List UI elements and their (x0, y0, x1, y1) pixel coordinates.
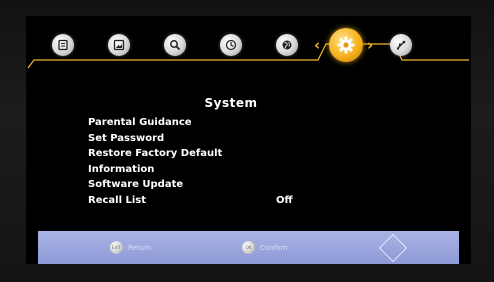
system-menu-list: Parental Guidance Set Password Restore F… (88, 115, 418, 208)
confirm-label: Confirm (260, 243, 288, 252)
menu-item-recall-list[interactable]: Recall List Off (88, 193, 418, 209)
chevron-right-icon[interactable]: › (367, 34, 373, 56)
clock-icon[interactable] (220, 34, 242, 56)
confirm-hint[interactable]: OK Confirm (242, 241, 288, 254)
page-title: System (204, 96, 258, 110)
menu-item-label: Software Update (88, 179, 184, 190)
recall-list-value[interactable]: Off (276, 193, 293, 209)
ok-button-icon: OK (242, 241, 255, 254)
chevron-left-icon[interactable]: ‹ (314, 34, 320, 56)
menu-item-set-password[interactable]: Set Password (88, 131, 418, 147)
menu-item-information[interactable]: Information (88, 162, 418, 178)
system-panel: System Parental Guidance Set Password Re… (26, 82, 471, 232)
menu-item-label: Information (88, 163, 155, 175)
menu-item-label: Set Password (88, 132, 165, 144)
globe-icon[interactable] (276, 34, 298, 56)
menu-item-restore-factory-default[interactable]: Restore Factory Default (88, 146, 418, 162)
exit-button-icon: EXIT (110, 241, 123, 254)
tv-screen: ‹ › System Parental Guidance Set Passwor… (26, 16, 471, 264)
menu-item-label: Restore Factory Default (88, 148, 223, 159)
usb-icon[interactable] (390, 34, 412, 56)
footer-hint-bar: EXIT Return OK Confirm (38, 231, 459, 264)
picture-icon[interactable] (108, 34, 130, 56)
program-guide-icon[interactable] (52, 34, 74, 56)
return-label: Return (128, 243, 152, 252)
search-icon[interactable] (164, 34, 186, 56)
menu-item-parental-guidance[interactable]: Parental Guidance (88, 115, 418, 131)
settings-gear-icon[interactable] (329, 28, 363, 62)
menu-item-software-update[interactable]: Software Update (88, 177, 418, 193)
top-menu-bar: ‹ › (26, 16, 471, 82)
return-hint[interactable]: EXIT Return (110, 241, 151, 254)
menu-item-label: Parental Guidance (88, 117, 192, 128)
navigation-diamond-icon (378, 233, 408, 263)
menu-item-label: Recall List (88, 194, 147, 206)
